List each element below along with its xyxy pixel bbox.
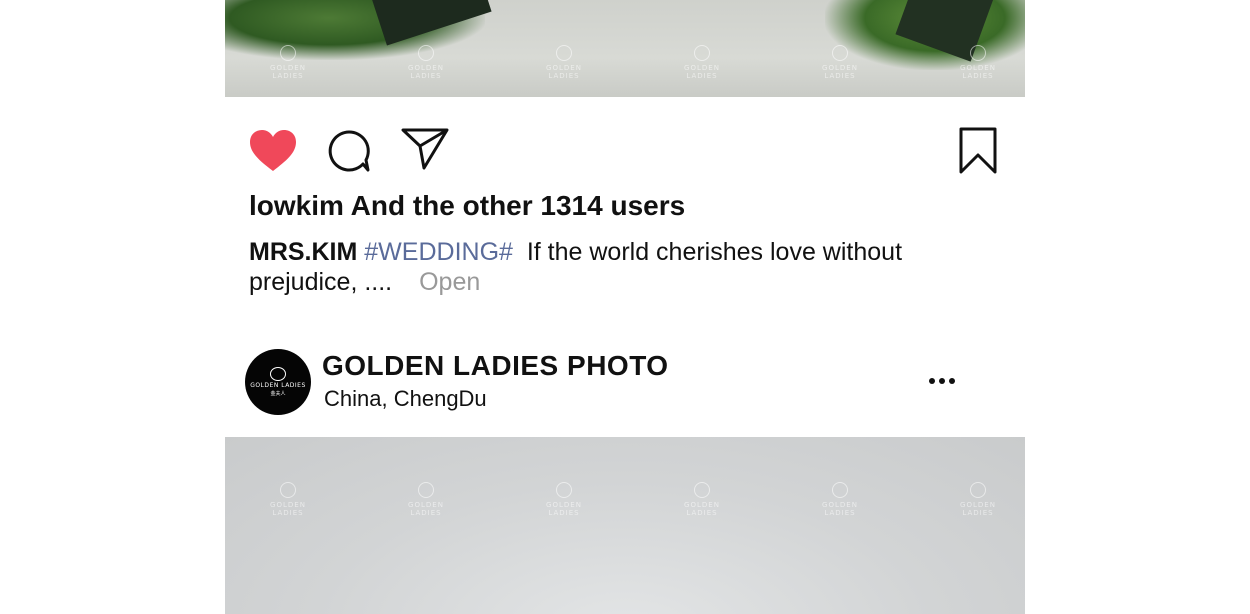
more-dot-icon	[929, 378, 935, 384]
bookmark-icon[interactable]	[959, 127, 997, 175]
watermark-row: GOLDEN LADIES GOLDEN LADIES GOLDEN LADIE…	[225, 482, 1025, 522]
post-action-bar	[225, 115, 1025, 185]
open-caption-link[interactable]: Open	[419, 268, 480, 296]
watermark: GOLDEN LADIES	[667, 482, 737, 517]
send-icon[interactable]	[401, 127, 449, 171]
watermark: GOLDEN LADIES	[805, 45, 875, 80]
avatar-logo-text: GOLDEN LADIES	[250, 382, 306, 389]
watermark: GOLDEN LADIES	[667, 45, 737, 80]
post-image-top[interactable]: GOLDEN LADIES GOLDEN LADIES GOLDEN LADIE…	[225, 0, 1025, 97]
watermark: GOLDEN LADIES	[943, 482, 1013, 517]
watermark-row: GOLDEN LADIES GOLDEN LADIES GOLDEN LADIE…	[225, 45, 1025, 85]
avatar[interactable]: GOLDEN LADIES 金夫人	[245, 349, 311, 415]
caption-author[interactable]: MRS.KIM	[249, 238, 357, 266]
watermark: GOLDEN LADIES	[391, 482, 461, 517]
location-city: ChengDu	[393, 386, 487, 411]
location-country: China,	[324, 386, 388, 411]
watermark: GOLDEN LADIES	[253, 482, 323, 517]
watermark: GOLDEN LADIES	[943, 45, 1013, 80]
watermark: GOLDEN LADIES	[529, 482, 599, 517]
heart-icon[interactable]	[248, 129, 298, 173]
comment-bubble-icon[interactable]	[327, 129, 371, 173]
hashtag-link[interactable]: #WEDDING#	[364, 238, 513, 266]
more-dot-icon	[949, 378, 955, 384]
account-name[interactable]: GOLDEN LADIES PHOTO	[322, 350, 669, 382]
watermark: GOLDEN LADIES	[253, 45, 323, 80]
watermark: GOLDEN LADIES	[391, 45, 461, 80]
more-options-button[interactable]	[922, 370, 962, 394]
post-location[interactable]: China, ChengDu	[324, 386, 487, 412]
watermark: GOLDEN LADIES	[805, 482, 875, 517]
post-caption: MRS.KIM #WEDDING# If the world cherishes…	[249, 237, 969, 297]
more-dot-icon	[939, 378, 945, 384]
avatar-logo-subtext: 金夫人	[270, 391, 286, 397]
watermark: GOLDEN LADIES	[529, 45, 599, 80]
logo-icon	[270, 367, 286, 381]
likes-count[interactable]: lowkim And the other 1314 users	[249, 190, 685, 222]
post-image-bottom[interactable]: GOLDEN LADIES GOLDEN LADIES GOLDEN LADIE…	[225, 437, 1025, 614]
